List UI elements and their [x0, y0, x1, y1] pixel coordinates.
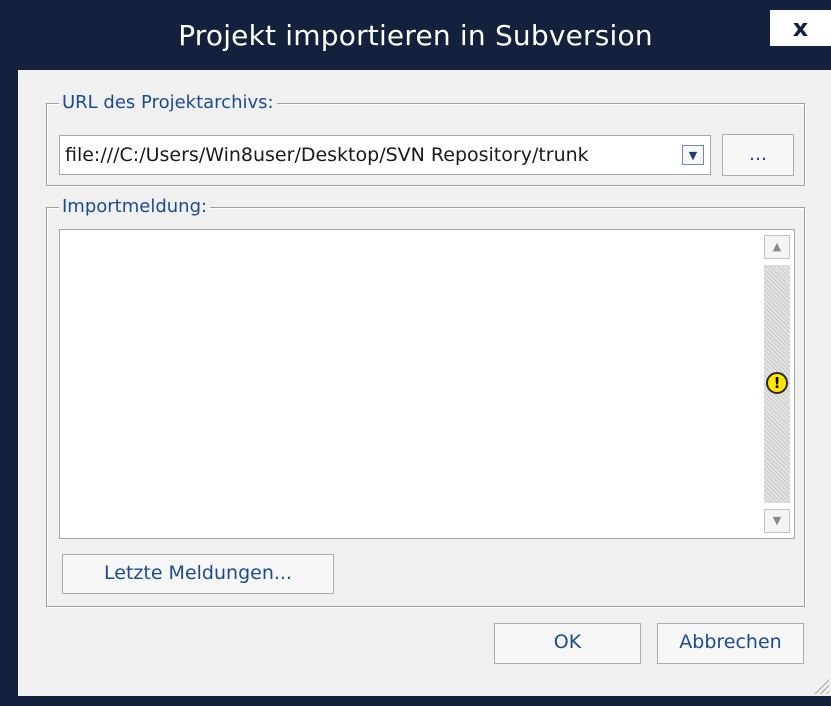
- repository-url-combobox[interactable]: file:///C:/Users/Win8user/Desktop/SVN Re…: [59, 135, 711, 175]
- browse-button[interactable]: ...: [722, 134, 794, 176]
- close-button[interactable]: x: [770, 10, 831, 46]
- dialog-body: URL des Projektarchivs: file:///C:/Users…: [18, 70, 831, 696]
- url-group-label: URL des Projektarchivs:: [59, 92, 277, 114]
- scroll-down-arrow-icon[interactable]: ▼: [764, 509, 790, 533]
- chevron-down-icon[interactable]: ▼: [682, 145, 704, 165]
- titlebar[interactable]: Projekt importieren in Subversion x: [0, 0, 831, 70]
- dialog-title: Projekt importieren in Subversion: [178, 19, 653, 52]
- scrollbar-track[interactable]: !: [764, 265, 790, 503]
- repository-url-value: file:///C:/Users/Win8user/Desktop/SVN Re…: [65, 144, 589, 166]
- message-scrollbar[interactable]: ▲ ! ▼: [757, 231, 793, 537]
- ok-button[interactable]: OK: [494, 623, 641, 664]
- warning-icon: !: [766, 372, 788, 394]
- scroll-up-arrow-icon[interactable]: ▲: [764, 235, 790, 259]
- cancel-button-label: Abbrechen: [679, 631, 782, 653]
- dialog-window: Projekt importieren in Subversion x URL …: [0, 0, 831, 706]
- url-groupbox: URL des Projektarchivs: file:///C:/Users…: [46, 92, 805, 186]
- browse-button-label: ...: [748, 143, 768, 165]
- import-message-textarea[interactable]: ▲ ! ▼: [59, 229, 795, 539]
- close-icon: x: [792, 14, 809, 42]
- recent-messages-label: Letzte Meldungen...: [104, 562, 292, 584]
- ok-button-label: OK: [553, 631, 582, 653]
- message-groupbox: Importmeldung: ▲ ! ▼ Letzte Meldungen...: [46, 196, 805, 607]
- resize-grip-icon[interactable]: [811, 676, 829, 694]
- recent-messages-button[interactable]: Letzte Meldungen...: [62, 554, 334, 594]
- cancel-button[interactable]: Abbrechen: [657, 623, 804, 664]
- message-group-label: Importmeldung:: [59, 196, 211, 218]
